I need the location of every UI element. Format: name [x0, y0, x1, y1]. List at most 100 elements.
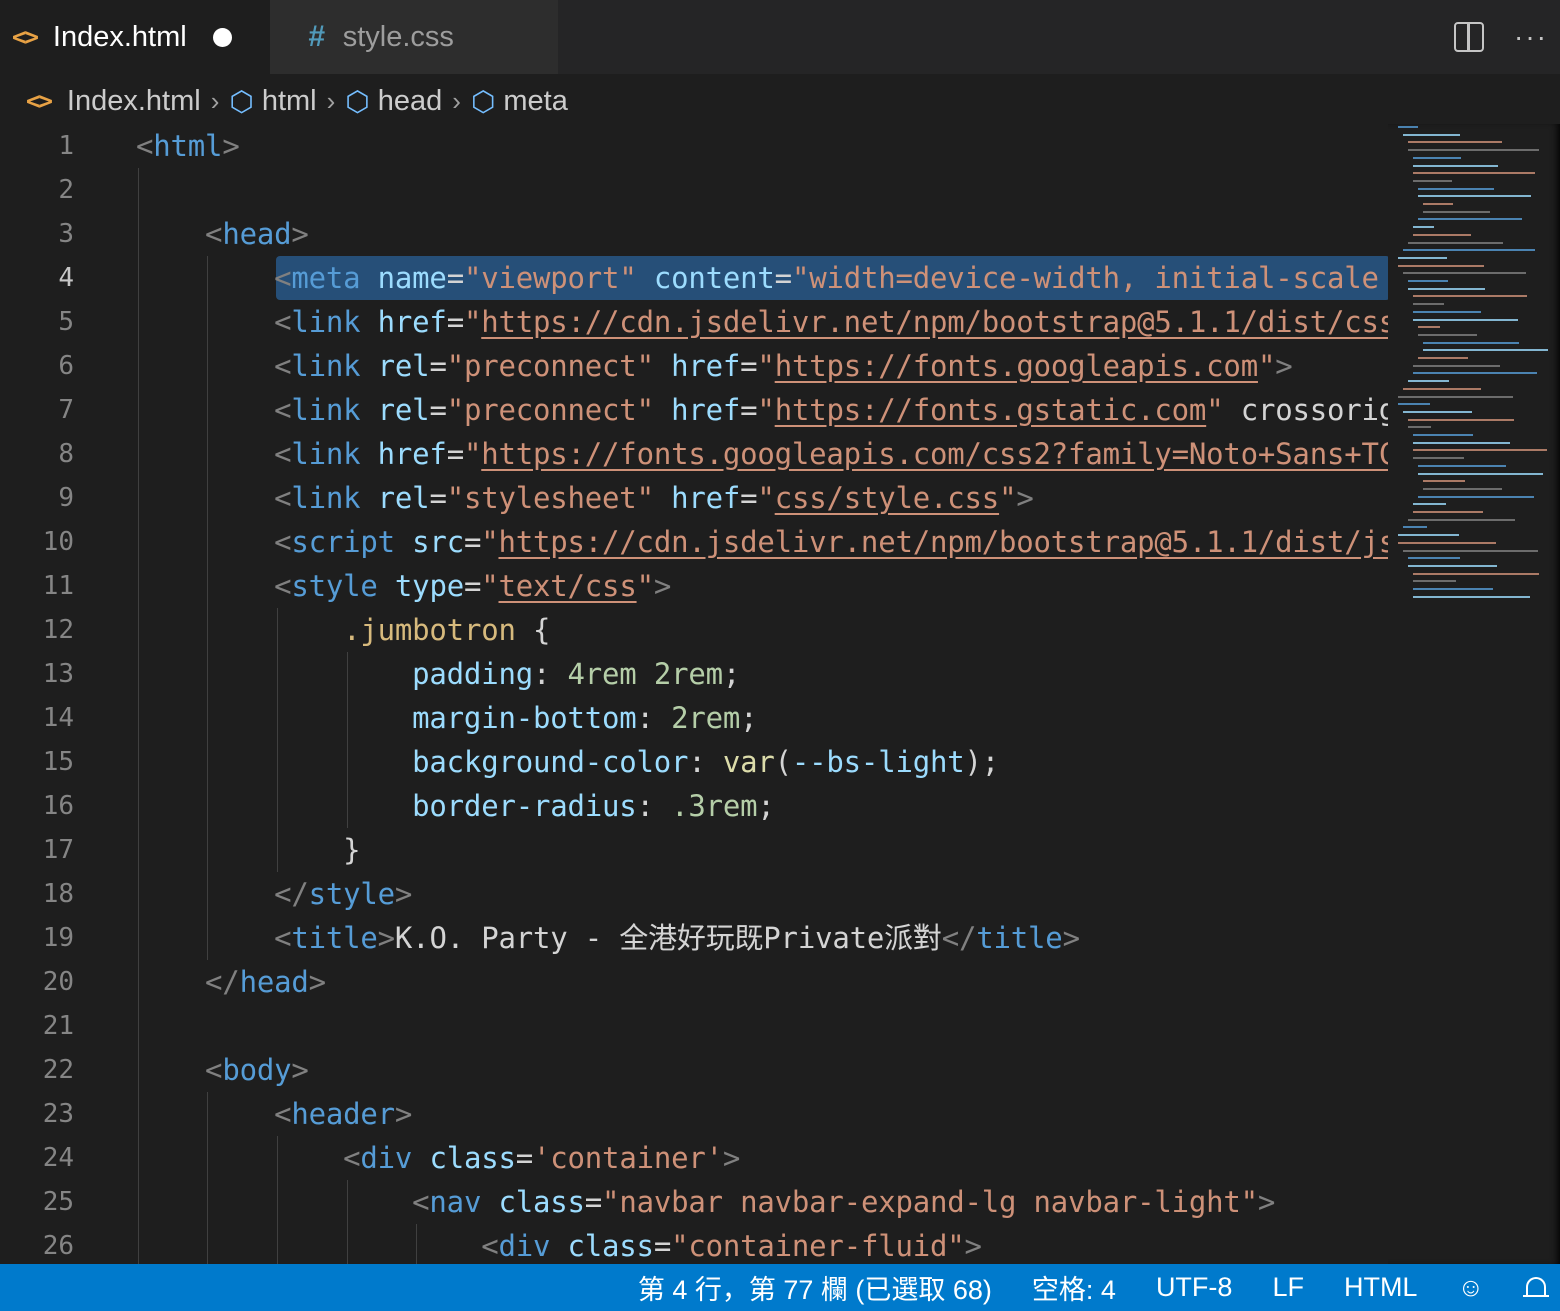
code-line[interactable]: 6 <link rel="preconnect" href="https://f… [0, 344, 1388, 388]
code-text: <body> [205, 1053, 309, 1087]
cube-icon: ⬡ [470, 85, 496, 117]
breadcrumb-item-file[interactable]: Index.html [67, 85, 201, 118]
bell-icon[interactable] [1523, 1275, 1549, 1301]
minimap-line [1418, 464, 1506, 467]
breadcrumb-item-html[interactable]: html [262, 85, 317, 118]
code-text: </head> [205, 965, 326, 999]
code-text: <script src="https://cdn.jsdelivr.net/np… [274, 525, 1388, 559]
code-line[interactable]: 22 <body> [0, 1048, 1388, 1092]
code-line[interactable]: 15 background-color: var(--bs-light); [0, 740, 1388, 784]
code-text: margin-bottom: 2rem; [412, 701, 758, 735]
minimap-line [1413, 372, 1537, 375]
code-text: <div class='container'> [343, 1141, 741, 1175]
code-line[interactable]: 20 </head> [0, 960, 1388, 1004]
code-line[interactable]: 16 border-radius: .3rem; [0, 784, 1388, 828]
line-number: 3 [58, 219, 74, 249]
minimap-line [1418, 326, 1440, 329]
minimap-line [1413, 595, 1530, 598]
code-text: </style> [274, 877, 413, 911]
line-number: 2 [58, 175, 74, 205]
indentation[interactable]: 空格: 4 [1032, 1268, 1116, 1307]
code-text: <div class="container-fluid"> [481, 1229, 982, 1263]
tab-style-css[interactable]: # style.css [270, 0, 558, 74]
breadcrumb-item-meta[interactable]: meta [503, 85, 567, 118]
chevron-right-icon: › [210, 85, 220, 116]
line-number: 22 [42, 1055, 74, 1085]
line-number: 15 [42, 747, 74, 777]
code-line[interactable]: 7 <link rel="preconnect" href="https://f… [0, 388, 1388, 432]
code-line[interactable]: 14 margin-bottom: 2rem; [0, 696, 1388, 740]
encoding[interactable]: UTF-8 [1156, 1272, 1233, 1303]
tab-label: style.css [342, 20, 454, 53]
code-line[interactable]: 21 [0, 1004, 1388, 1048]
minimap[interactable] [1388, 124, 1560, 1264]
html-file-icon: <> [26, 87, 53, 115]
code-line[interactable]: 18 </style> [0, 872, 1388, 916]
code-line[interactable]: 24 <div class='container'> [0, 1136, 1388, 1180]
minimap-line [1423, 203, 1453, 205]
html-file-icon: <> [12, 23, 39, 51]
minimap-line [1398, 395, 1513, 398]
minimap-line [1398, 126, 1418, 128]
code-line[interactable]: 13 padding: 4rem 2rem; [0, 652, 1388, 696]
code-line[interactable]: 25 <nav class="navbar navbar-expand-lg n… [0, 1180, 1388, 1224]
code-editor[interactable]: 1 <html> 2 3 <head> 4 <meta name="viewport" … [0, 124, 1388, 1264]
tab-index-html[interactable]: <> Index.html [0, 0, 270, 74]
minimap-line [1408, 426, 1431, 429]
line-ending[interactable]: LF [1272, 1272, 1304, 1303]
code-line[interactable]: 12 .jumbotron { [0, 608, 1388, 652]
code-line[interactable]: 17 } [0, 828, 1388, 872]
line-number: 25 [42, 1187, 74, 1217]
minimap-line [1413, 179, 1452, 182]
code-line[interactable]: 4 <meta name="viewport" content="width=d… [0, 256, 1388, 300]
line-number: 9 [58, 483, 74, 513]
minimap-line [1413, 310, 1481, 313]
minimap-line [1408, 280, 1448, 282]
tab-actions: ··· [1454, 0, 1560, 74]
minimap-line [1413, 303, 1444, 306]
code-text: <nav class="navbar navbar-expand-lg navb… [412, 1185, 1276, 1219]
code-line[interactable]: 3 <head> [0, 212, 1388, 256]
more-actions-icon[interactable]: ··· [1514, 21, 1548, 53]
code-line[interactable]: 26 <div class="container-fluid"> [0, 1224, 1388, 1264]
minimap-line [1413, 449, 1547, 452]
minimap-line [1413, 588, 1493, 590]
minimap-line [1413, 318, 1518, 321]
line-number: 21 [42, 1011, 74, 1041]
language-mode[interactable]: HTML [1344, 1272, 1418, 1303]
code-text: <link href="https://cdn.jsdelivr.net/npm… [274, 305, 1388, 339]
feedback-icon[interactable]: ☺ [1457, 1272, 1484, 1303]
code-line[interactable]: 10 <script src="https://cdn.jsdelivr.net… [0, 520, 1388, 564]
tab-bar: <> Index.html # style.css ··· [0, 0, 1560, 74]
code-text: <header> [274, 1097, 413, 1131]
code-line[interactable]: 23 <header> [0, 1092, 1388, 1136]
code-text: <link rel="preconnect" href="https://fon… [274, 393, 1388, 427]
code-line[interactable]: 8 <link href="https://fonts.googleapis.c… [0, 432, 1388, 476]
code-line[interactable]: 2 [0, 168, 1388, 212]
minimap-line [1413, 434, 1473, 436]
chevron-right-icon: › [452, 85, 461, 116]
code-line[interactable]: 1 <html> [0, 124, 1388, 168]
line-number: 12 [42, 615, 74, 645]
line-number: 5 [58, 307, 74, 337]
code-text: background-color: var(--bs-light); [412, 745, 1000, 779]
code-line[interactable]: 19 <title>K.O. Party - 全港好玩既Private派對</t… [0, 916, 1388, 960]
breadcrumb-item-head[interactable]: head [378, 85, 443, 118]
minimap-line [1413, 580, 1456, 583]
minimap-line [1418, 472, 1543, 475]
minimap-line [1398, 403, 1430, 406]
minimap-line [1418, 357, 1468, 359]
minimap-line [1398, 534, 1459, 537]
minimap-line [1408, 380, 1449, 383]
cursor-position[interactable]: 第 4 行，第 77 欄 (已選取 68) [638, 1268, 992, 1307]
minimap-line [1403, 249, 1535, 252]
code-line[interactable]: 5 <link href="https://cdn.jsdelivr.net/n… [0, 300, 1388, 344]
minimap-line [1408, 141, 1502, 144]
minimap-line [1413, 441, 1510, 444]
code-line[interactable]: 11 <style type="text/css"> [0, 564, 1388, 608]
code-line[interactable]: 9 <link rel="stylesheet" href="css/style… [0, 476, 1388, 520]
split-editor-icon[interactable] [1454, 22, 1485, 52]
unsaved-dot-icon[interactable] [212, 27, 232, 47]
minimap-line [1408, 287, 1485, 290]
minimap-line [1413, 364, 1500, 367]
